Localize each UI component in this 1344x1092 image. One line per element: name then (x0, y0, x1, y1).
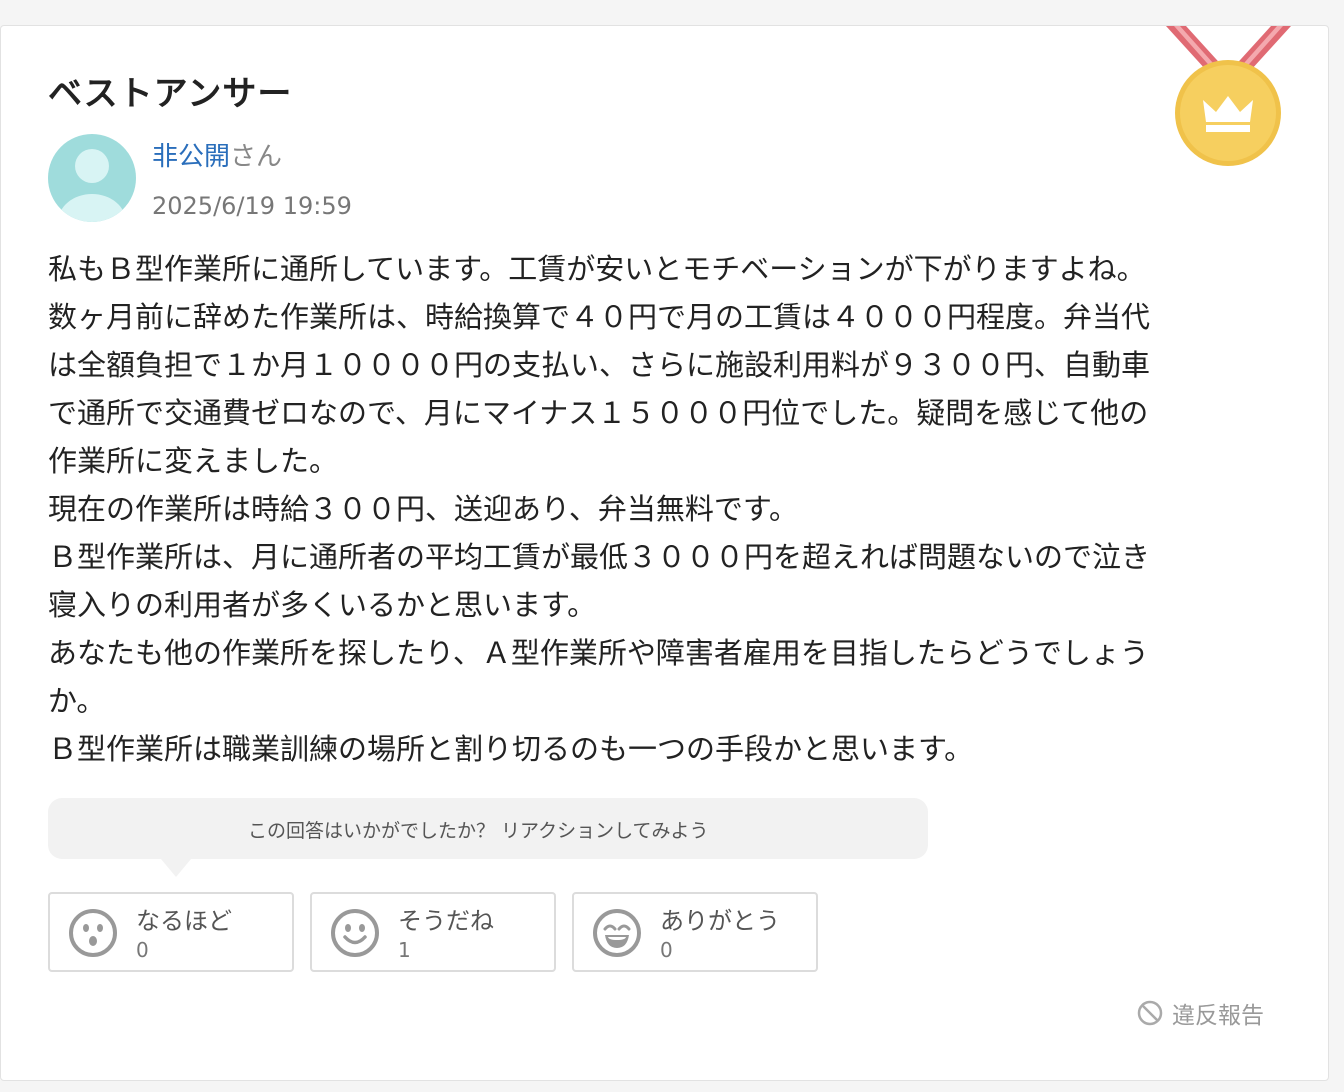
author-suffix: さん (230, 142, 283, 172)
smile-face-icon (331, 909, 379, 957)
surprised-face-icon (69, 909, 117, 957)
author-name-link[interactable]: 非公開 (152, 142, 230, 172)
best-answer-card: ベストアンサー 非公開さん 2025/6/19 19:59 私もＢ型作業所に通所… (0, 25, 1329, 1081)
answer-line: 私もＢ型作業所に通所しています。工賃が安いとモチベーションが下がりますよね。 (48, 252, 1146, 286)
answer-line: Ｂ型作業所は職業訓練の場所と割り切るのも一つの手段かと思います。 (48, 732, 974, 766)
reaction-button-arigatou[interactable]: ありがとう 0 (572, 892, 818, 972)
answer-line: Ｂ型作業所は、月に通所者の平均工賃が最低３０００円を超えれば問題ないので泣き (48, 540, 1151, 574)
answer-line: 作業所に変えました。 (48, 444, 339, 478)
answer-line: 寝入りの利用者が多くいるかと思います。 (48, 588, 597, 622)
medal-icon (1166, 26, 1291, 166)
reaction-label: そうだね (398, 907, 494, 935)
answer-line: あなたも他の作業所を探したり、Ａ型作業所や障害者雇用を目指したらどうでしょう (48, 636, 1149, 670)
reaction-label: なるほど (136, 907, 232, 935)
post-date: 2025/6/19 19:59 (152, 192, 352, 220)
reaction-button-naruhodo[interactable]: なるほど 0 (48, 892, 294, 972)
answer-line: で通所で交通費ゼロなので、月にマイナス１５０００円位でした。疑問を感じて他の (48, 396, 1149, 430)
answer-line: 数ヶ月前に辞めた作業所は、時給換算で４０円で月の工賃は４０００円程度。弁当代 (48, 300, 1151, 334)
answer-body: 私もＢ型作業所に通所しています。工賃が安いとモチベーションが下がりますよね。 数… (48, 245, 1278, 773)
report-button[interactable]: 違反報告 (1136, 996, 1264, 1030)
reaction-count: 1 (398, 938, 411, 962)
answer-line: は全額負担で１か月１００００円の支払い、さらに施設利用料が９３００円、自動車 (48, 348, 1151, 382)
reaction-count: 0 (660, 938, 673, 962)
answer-line: か。 (48, 684, 106, 718)
reaction-prompt-text: この回答はいかがでしたか？ リアクションしてみよう (248, 820, 709, 842)
report-label: 違反報告 (1172, 1003, 1264, 1029)
grin-face-icon (593, 909, 641, 957)
reaction-count: 0 (136, 938, 149, 962)
author: 非公開さん (152, 139, 282, 175)
reaction-label: ありがとう (660, 907, 780, 935)
reaction-button-soudane[interactable]: そうだね 1 (310, 892, 556, 972)
avatar (48, 134, 136, 222)
answer-line: 現在の作業所は時給３００円、送迎あり、弁当無料です。 (48, 492, 798, 526)
reaction-prompt-bubble: この回答はいかがでしたか？ リアクションしてみよう (48, 798, 928, 877)
best-answer-heading: ベストアンサー (48, 74, 293, 114)
prohibited-icon (1137, 1000, 1163, 1026)
